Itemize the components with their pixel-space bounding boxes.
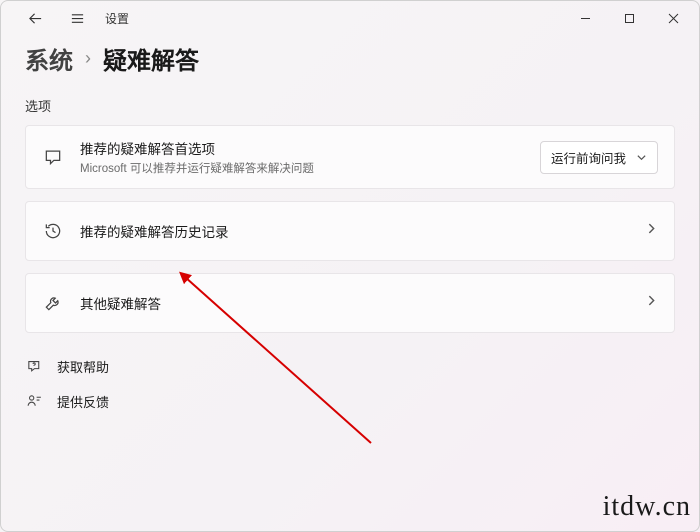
card-title: 推荐的疑难解答首选项 xyxy=(80,138,524,158)
back-button[interactable] xyxy=(17,3,53,33)
breadcrumb-parent[interactable]: 系统 xyxy=(25,41,73,76)
card-description: Microsoft 可以推荐并运行疑难解答来解决问题 xyxy=(80,160,524,176)
minimize-button[interactable] xyxy=(563,3,607,33)
history-icon xyxy=(43,221,63,241)
chevron-right-icon xyxy=(645,222,658,235)
dropdown-value: 运行前询问我 xyxy=(551,148,626,167)
chevron-right-icon: › xyxy=(85,48,91,69)
link-get-help[interactable]: 获取帮助 xyxy=(25,357,109,376)
card-other-troubleshooters[interactable]: 其他疑难解答 xyxy=(25,273,675,333)
card-history[interactable]: 推荐的疑难解答历史记录 xyxy=(25,201,675,261)
maximize-icon xyxy=(624,13,635,24)
chat-icon xyxy=(43,147,63,167)
minimize-icon xyxy=(580,13,591,24)
section-label: 选项 xyxy=(25,96,675,115)
card-recommended-preferences[interactable]: 推荐的疑难解答首选项 Microsoft 可以推荐并运行疑难解答来解决问题 运行… xyxy=(25,125,675,189)
app-title: 设置 xyxy=(105,10,129,27)
card-title: 推荐的疑难解答历史记录 xyxy=(80,221,629,241)
link-label: 获取帮助 xyxy=(57,357,109,376)
breadcrumb: 系统 › 疑难解答 xyxy=(25,41,675,76)
card-title: 其他疑难解答 xyxy=(80,293,629,313)
feedback-icon xyxy=(26,393,43,410)
link-label: 提供反馈 xyxy=(57,392,109,411)
watermark: itdw.cn xyxy=(603,491,691,523)
close-button[interactable] xyxy=(651,3,695,33)
link-give-feedback[interactable]: 提供反馈 xyxy=(25,392,109,411)
close-icon xyxy=(668,13,679,24)
page-title: 疑难解答 xyxy=(103,41,199,76)
wrench-icon xyxy=(43,293,63,313)
maximize-button[interactable] xyxy=(607,3,651,33)
chevron-right-icon xyxy=(645,294,658,307)
menu-button[interactable] xyxy=(59,3,95,33)
chevron-down-icon xyxy=(636,152,647,163)
help-icon xyxy=(26,358,43,375)
arrow-left-icon xyxy=(28,11,43,26)
preference-dropdown[interactable]: 运行前询问我 xyxy=(540,141,658,174)
hamburger-icon xyxy=(70,11,85,26)
